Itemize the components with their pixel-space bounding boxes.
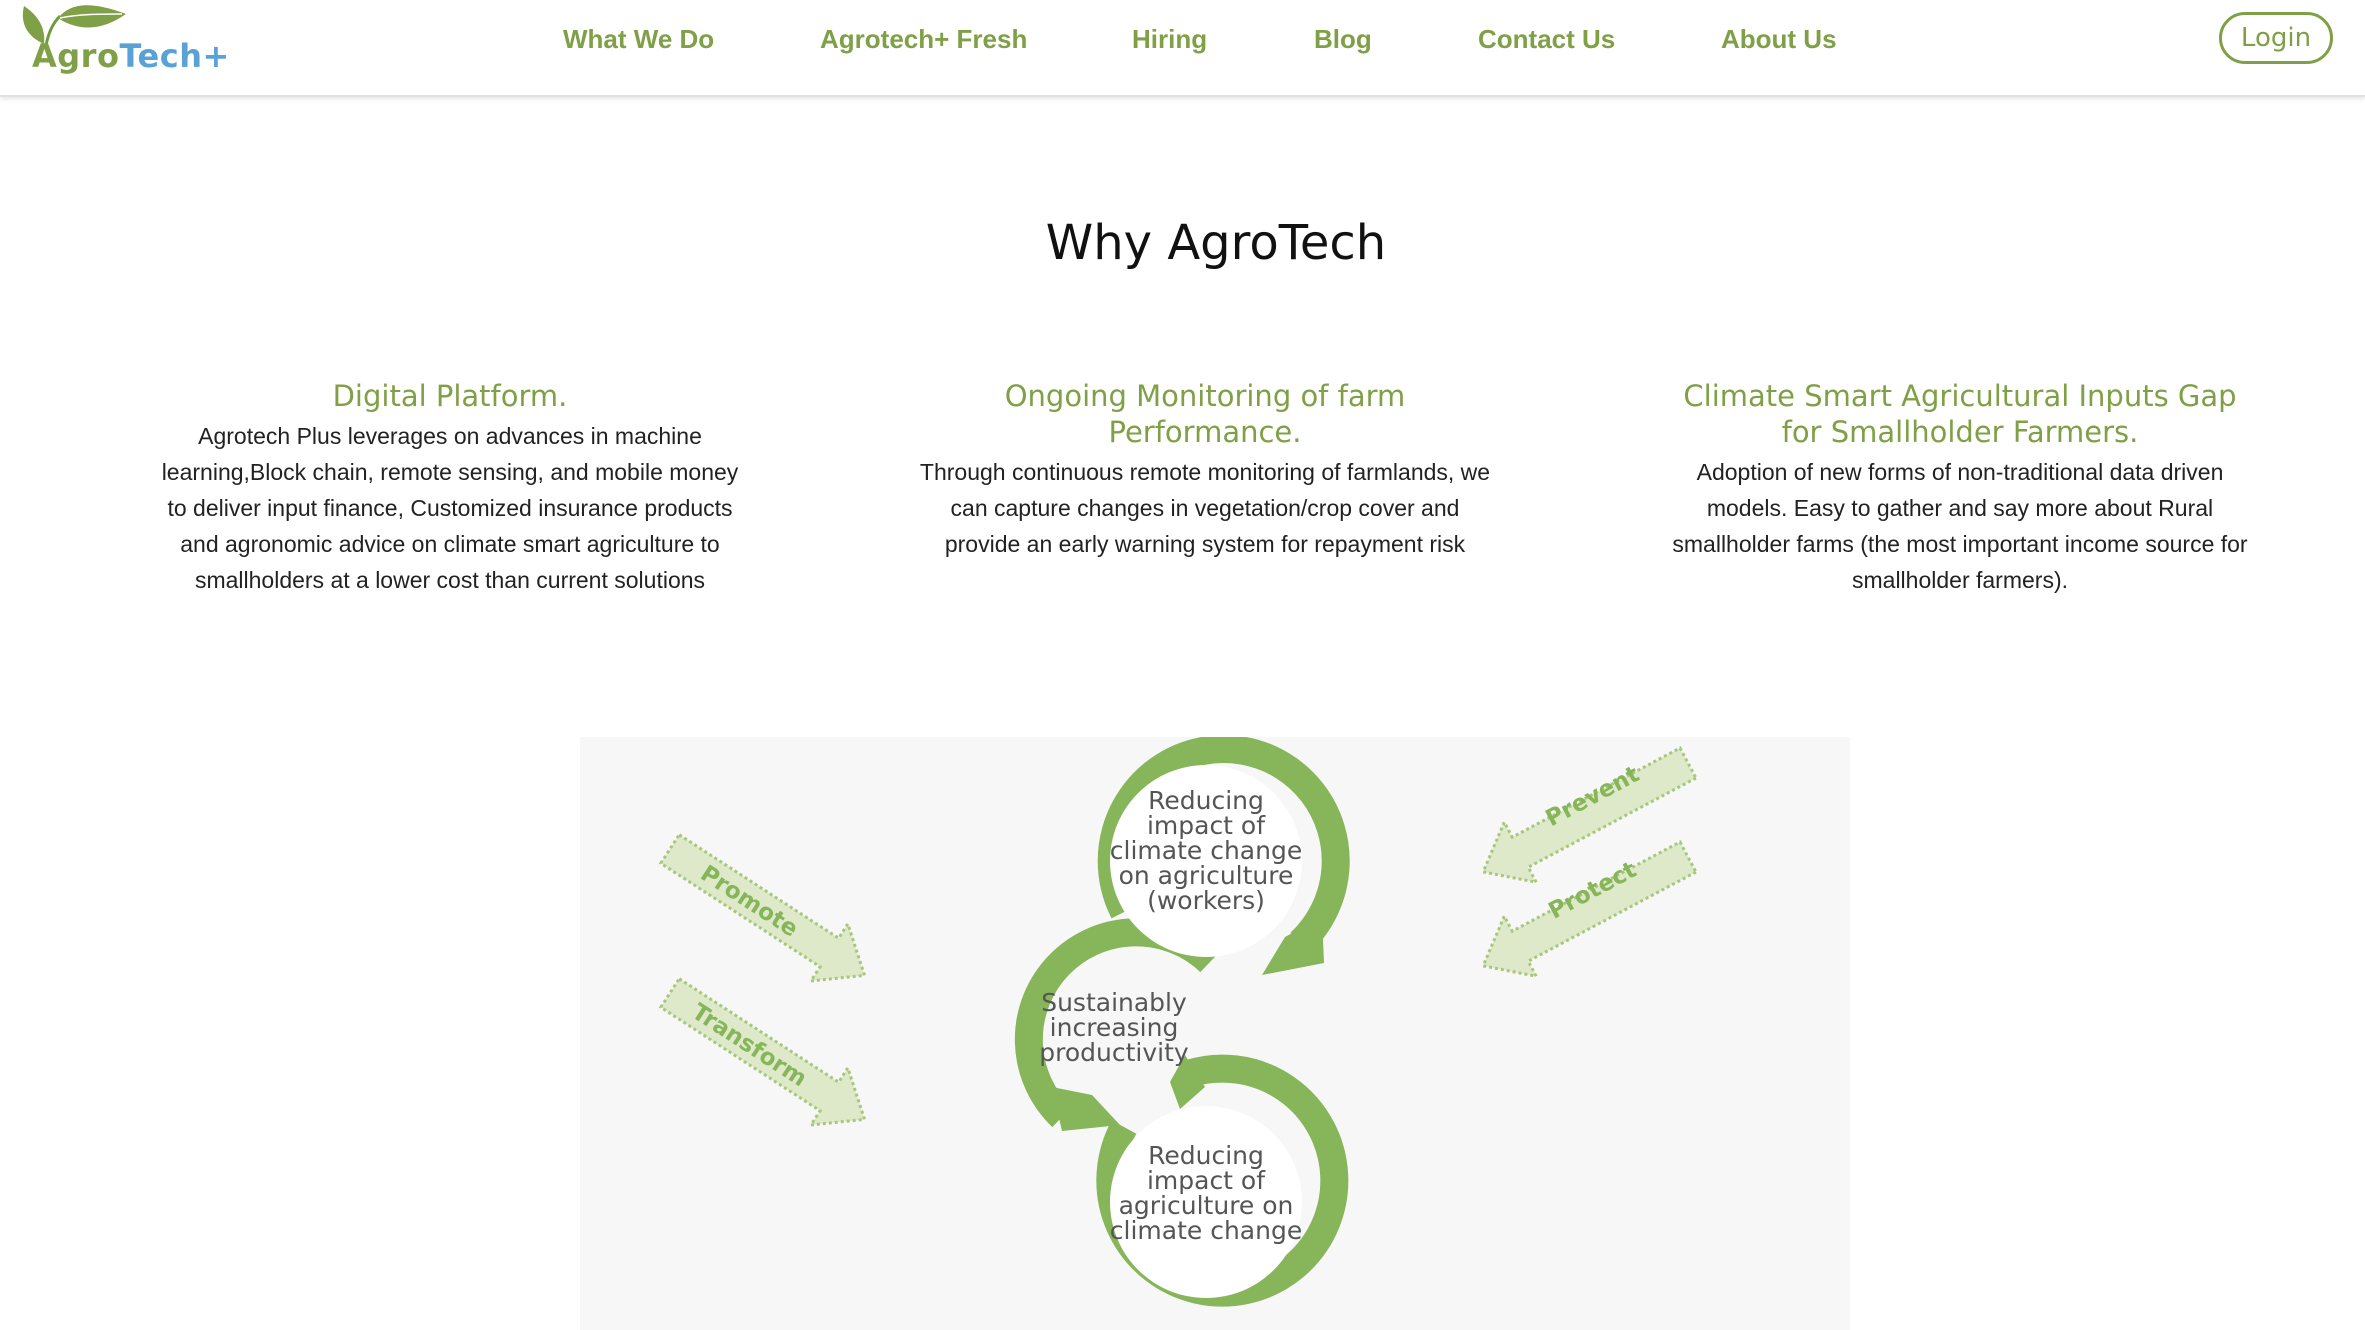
main-nav: What We Do Agrotech+ Fresh Hiring Blog C… (0, 24, 2365, 64)
nav-hiring[interactable]: Hiring (1132, 24, 1207, 55)
circle-top-line-5: (workers) (1147, 886, 1265, 915)
feature-title: Digital Platform. (332, 379, 568, 413)
feature-body: Adoption of new forms of non-traditional… (1672, 459, 2248, 593)
climate-smart-diagram: Reducing impact of climate change on agr… (580, 737, 1850, 1330)
feature-digital-platform: Digital Platform. Agrotech Plus leverage… (160, 378, 740, 598)
nav-blog[interactable]: Blog (1314, 24, 1372, 55)
arrow-label-transform: Transform (687, 999, 811, 1092)
login-button[interactable]: Login (2219, 12, 2333, 64)
circle-middle-line-3: productivity (1039, 1038, 1189, 1067)
arrow-label-promote: Promote (696, 861, 803, 943)
nav-agrotech-fresh[interactable]: Agrotech+ Fresh (820, 24, 1027, 55)
nav-contact-us[interactable]: Contact Us (1478, 24, 1615, 55)
feature-climate-smart: Climate Smart Agricultural Inputs Gap fo… (1670, 378, 2250, 598)
feature-monitoring: Ongoing Monitoring of farm Performance. … (915, 378, 1495, 562)
site-header: AgroTech+ What We Do Agrotech+ Fresh Hir… (0, 0, 2365, 97)
arrow-promote: Promote (658, 832, 867, 983)
feature-title: Ongoing Monitoring of farm Performance. (1004, 379, 1406, 449)
feature-body: Agrotech Plus leverages on advances in m… (161, 423, 739, 593)
feature-title: Climate Smart Agricultural Inputs Gap fo… (1683, 379, 2237, 449)
feature-body: Through continuous remote monitoring of … (919, 459, 1491, 557)
nav-about-us[interactable]: About Us (1721, 24, 1837, 55)
circle-bottom-line-4: climate change (1110, 1216, 1302, 1245)
nav-what-we-do[interactable]: What We Do (563, 24, 714, 55)
section-title: Why AgroTech (1045, 215, 1387, 271)
arrow-transform: Transform (658, 976, 867, 1127)
